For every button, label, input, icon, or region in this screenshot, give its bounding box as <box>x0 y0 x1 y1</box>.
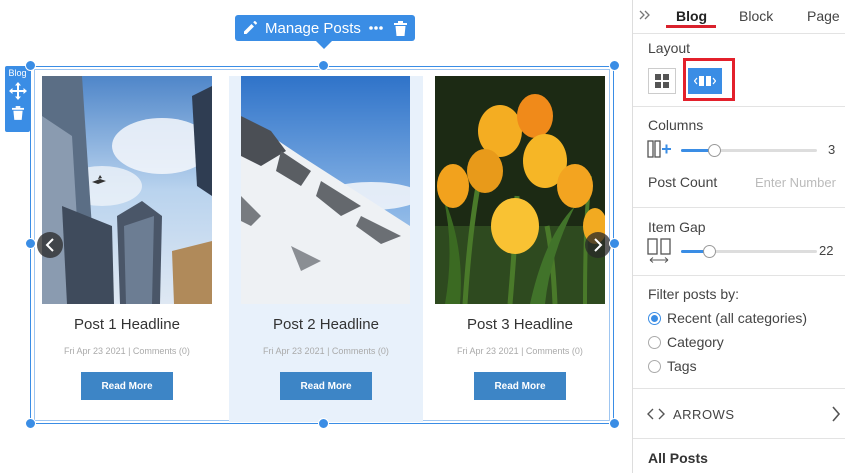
post-meta: Fri Apr 23 2021 | Comments (0) <box>263 346 389 356</box>
arrows-label: ARROWS <box>673 407 735 422</box>
post-meta: Fri Apr 23 2021 | Comments (0) <box>64 346 190 356</box>
chevron-right-icon <box>594 238 603 252</box>
filter-option-label: Recent (all categories) <box>667 310 808 326</box>
resize-handle-top-right[interactable] <box>609 60 620 71</box>
filter-label: Filter posts by: <box>648 286 740 302</box>
properties-panel: Blog Block Page Layout Columns 3 Post Co… <box>632 0 845 473</box>
read-more-button[interactable]: Read More <box>81 372 173 400</box>
post-headline[interactable]: Post 2 Headline <box>229 316 423 333</box>
more-dots-icon[interactable] <box>367 19 385 37</box>
post-headline[interactable]: Post 1 Headline <box>42 316 212 333</box>
resize-handle-left[interactable] <box>25 238 36 249</box>
post-card[interactable]: Post 2 Headline Fri Apr 23 2021 | Commen… <box>229 76 423 422</box>
all-posts-heading: All Posts <box>648 450 708 466</box>
post-meta: Fri Apr 23 2021 | Comments (0) <box>457 346 583 356</box>
trash-icon[interactable] <box>391 19 409 37</box>
manage-posts-button[interactable]: Manage Posts <box>265 20 361 37</box>
item-gap-label: Item Gap <box>648 219 706 235</box>
pencil-icon[interactable] <box>241 19 259 37</box>
filter-option-label: Category <box>667 334 724 350</box>
radio-button[interactable] <box>648 311 661 325</box>
panel-tabs: Blog Block Page <box>633 0 845 34</box>
filter-option-category[interactable]: Category <box>648 334 724 350</box>
post-count-input[interactable]: Enter Number <box>755 175 836 190</box>
filter-option-recent[interactable]: Recent (all categories) <box>648 310 807 326</box>
resize-handle-bottom-right[interactable] <box>609 418 620 429</box>
post-card[interactable]: Post 1 Headline Fri Apr 23 2021 | Commen… <box>42 76 232 422</box>
post-image-mountain[interactable] <box>241 76 410 304</box>
resize-handle-bottom-left[interactable] <box>25 418 36 429</box>
active-tab-indicator <box>666 25 716 28</box>
read-more-button[interactable]: Read More <box>474 372 566 400</box>
code-brackets-icon <box>647 407 665 425</box>
radio-button[interactable] <box>648 335 661 349</box>
block-side-tools: Blog <box>5 66 30 132</box>
arrows-section-toggle[interactable]: ARROWS <box>633 390 845 438</box>
resize-handle-right[interactable] <box>609 238 620 249</box>
post-headline[interactable]: Post 3 Headline <box>435 316 605 333</box>
divider <box>633 106 845 107</box>
carousel-prev-button[interactable] <box>37 232 63 258</box>
collapse-panel-icon[interactable] <box>639 8 653 24</box>
tab-page[interactable]: Page <box>807 8 840 24</box>
post-card[interactable]: Post 3 Headline Fri Apr 23 2021 | Commen… <box>435 76 605 422</box>
filter-option-label: Tags <box>667 358 697 374</box>
trash-icon[interactable] <box>9 104 27 122</box>
divider <box>633 388 845 389</box>
columns-slider-thumb[interactable] <box>708 144 721 157</box>
post-count-label: Post Count <box>648 174 718 190</box>
tab-blog[interactable]: Blog <box>676 8 707 24</box>
columns-label: Columns <box>648 117 704 133</box>
columns-icon <box>647 140 673 163</box>
resize-handle-top-left[interactable] <box>25 60 36 71</box>
chevron-left-icon <box>45 238 54 252</box>
move-icon[interactable] <box>8 82 27 100</box>
item-gap-slider-thumb[interactable] <box>703 245 716 258</box>
divider <box>633 207 845 208</box>
resize-handle-bottom[interactable] <box>318 418 329 429</box>
block-type-label: Blog <box>8 68 27 78</box>
grid-layout-icon <box>655 74 669 88</box>
divider <box>633 275 845 276</box>
chevron-right-icon <box>831 405 841 428</box>
filter-option-tags[interactable]: Tags <box>648 358 697 374</box>
carousel-next-button[interactable] <box>585 232 611 258</box>
grid-layout-button[interactable] <box>648 68 676 94</box>
resize-handle-top[interactable] <box>318 60 329 71</box>
editor-canvas: Manage Posts Blog Post 1 Headline Fri Ap… <box>0 0 632 473</box>
radio-button[interactable] <box>648 359 661 373</box>
tab-block[interactable]: Block <box>739 8 773 24</box>
read-more-button[interactable]: Read More <box>280 372 372 400</box>
post-image-city[interactable] <box>42 76 212 304</box>
item-gap-icon <box>647 238 673 269</box>
post-image-tulips[interactable] <box>435 76 605 304</box>
divider <box>633 438 845 439</box>
item-gap-value: 22 <box>819 243 834 258</box>
columns-value: 3 <box>828 142 836 157</box>
highlight-box <box>683 58 735 101</box>
layout-label: Layout <box>648 40 691 56</box>
manage-posts-toolbar: Manage Posts <box>235 15 415 49</box>
